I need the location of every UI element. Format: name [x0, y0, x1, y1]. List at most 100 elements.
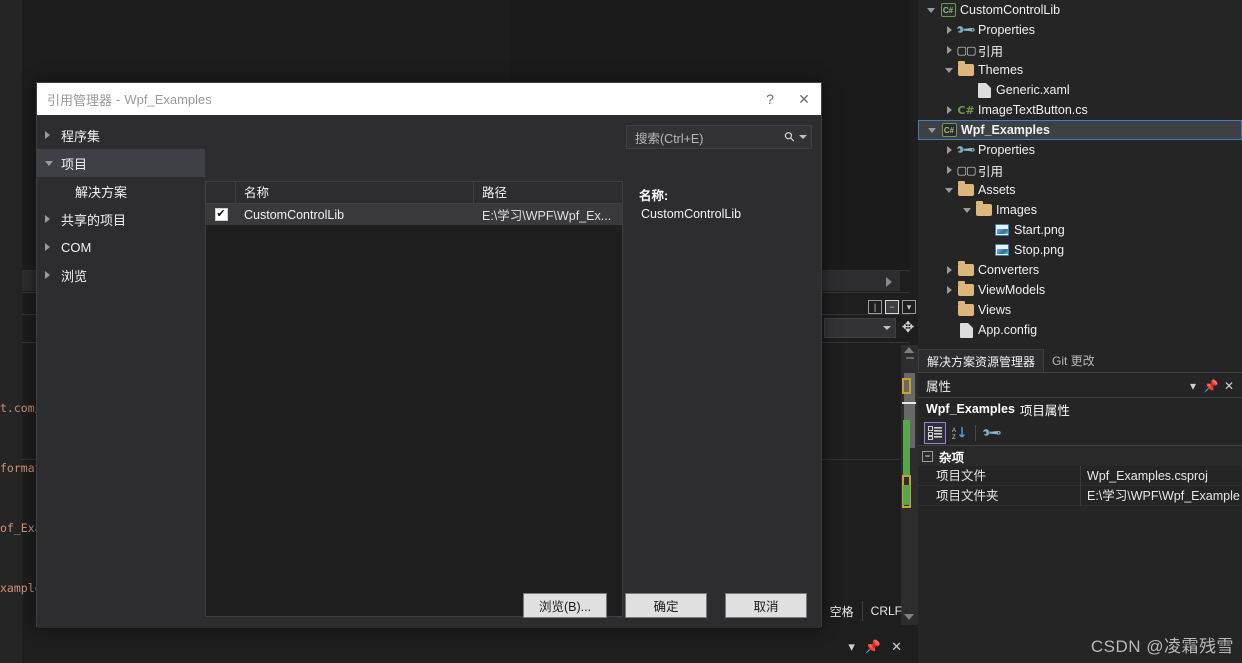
chevron-down-icon[interactable] [45, 160, 61, 166]
property-value[interactable]: Wpf_Examples.csproj [1081, 466, 1242, 486]
editor-vertical-scrollbar[interactable] [901, 345, 931, 625]
chevron-down-icon[interactable] [942, 67, 956, 73]
chevron-down-icon[interactable] [925, 127, 939, 133]
property-row[interactable]: 项目文件 Wpf_Examples.csproj [918, 465, 1242, 486]
status-spaces[interactable]: 空格 [820, 601, 862, 621]
dialog-category-4[interactable]: 共享的项目 [37, 205, 205, 233]
search-box[interactable]: 搜索(Ctrl+E) ⚲ [626, 125, 812, 149]
dialog-title-bar[interactable]: 引用管理器 - Wpf_Examples ? ✕ [37, 83, 821, 115]
reference-list[interactable]: 名称 路径 ✔ CustomControlLib E:\学习\WPF\Wpf_E… [205, 181, 623, 617]
tree-item-images[interactable]: Images [918, 200, 1242, 220]
chevron-down-icon[interactable] [942, 187, 956, 193]
tree-item-[interactable]: ▢▢ 引用 [918, 160, 1242, 180]
chevron-down-icon[interactable]: ▾ [1184, 379, 1202, 393]
property-value[interactable]: E:\学习\WPF\Wpf_Example [1081, 486, 1242, 506]
tree-item-views[interactable]: Views [918, 300, 1242, 320]
chevron-right-icon[interactable] [942, 106, 956, 114]
tree-item-assets[interactable]: Assets [918, 180, 1242, 200]
column-header-name[interactable]: 名称 [236, 181, 474, 204]
image-file-icon [992, 224, 1012, 236]
tree-item-app-config[interactable]: App.config [918, 320, 1242, 340]
search-input[interactable]: 搜索(Ctrl+E) [635, 128, 785, 147]
tree-item-properties[interactable]: 🔧 Properties [918, 139, 1242, 161]
dock-tab-strip: 解决方案资源管理器 Git 更改 [918, 349, 1242, 373]
help-button[interactable]: ? [753, 83, 787, 115]
properties-grid[interactable]: 项目文件 Wpf_Examples.csproj 项目文件夹 E:\学习\WPF\Wp… [918, 465, 1242, 506]
references-icon: ▢▢ [956, 164, 977, 177]
chevron-down-icon[interactable] [960, 207, 974, 213]
right-dock: C# CustomControlLib 🔧 Properties ▢▢ 引用 Themes G… [918, 0, 1242, 663]
dialog-category-2[interactable]: 项目 [37, 149, 205, 177]
code-line: t.com/ [0, 401, 40, 415]
pin-icon[interactable]: 📌 [865, 639, 881, 655]
split-vertical-icon[interactable]: | [868, 300, 882, 314]
close-icon[interactable]: ✕ [891, 639, 902, 655]
scroll-up-icon[interactable] [904, 347, 915, 356]
row-name: CustomControlLib [244, 207, 345, 222]
tree-item-[interactable]: ▢▢ 引用 [918, 40, 1242, 60]
chevron-right-icon[interactable] [942, 266, 956, 274]
tree-item-label: Converters [978, 263, 1040, 277]
tree-item-label: Properties [978, 23, 1035, 37]
tree-item-generic-xaml[interactable]: Generic.xaml [918, 80, 1242, 100]
property-pages-icon[interactable]: 🔧 [981, 421, 1003, 444]
folder-icon [956, 61, 976, 76]
tree-item-imagetextbutton-cs[interactable]: C# ImageTextButton.cs [918, 100, 1242, 120]
browse-button[interactable]: 浏览(B)... [523, 592, 607, 618]
collapse-icon[interactable]: − [922, 450, 933, 462]
chevron-right-icon[interactable] [942, 286, 956, 294]
tab-solution-explorer[interactable]: 解决方案资源管理器 [918, 349, 1045, 372]
pin-icon[interactable]: 📌 [1202, 379, 1220, 393]
reference-checkbox[interactable]: ✔ [214, 208, 228, 221]
property-row[interactable]: 项目文件夹 E:\学习\WPF\Wpf_Example [918, 485, 1242, 506]
dialog-category-5[interactable]: COM [37, 233, 205, 261]
split-expand-icon[interactable]: ▾ [902, 300, 916, 314]
move-splitter-icon[interactable]: ✥ [899, 318, 917, 338]
tree-item-themes[interactable]: Themes [918, 60, 1242, 80]
chevron-down-icon[interactable]: ▾ [848, 639, 855, 655]
close-icon[interactable]: ✕ [1220, 379, 1238, 393]
chevron-down-icon[interactable] [799, 135, 807, 139]
chevron-right-icon[interactable] [45, 215, 61, 223]
status-line-ending[interactable]: CRLF [861, 601, 910, 621]
chevron-right-icon[interactable] [942, 46, 956, 54]
categorized-icon[interactable] [924, 421, 946, 444]
cancel-button[interactable]: 取消 [725, 592, 807, 618]
dialog-category-1[interactable]: 程序集 [37, 121, 205, 149]
properties-title: 属性 [926, 380, 952, 394]
row-checkbox-cell[interactable]: ✔ [206, 208, 236, 221]
editor-member-combo[interactable] [824, 318, 896, 338]
tree-item-stop-png[interactable]: Stop.png [918, 240, 1242, 260]
svg-text:Z: Z [952, 435, 956, 440]
ok-button[interactable]: 确定 [625, 592, 707, 618]
chevron-right-icon[interactable] [45, 131, 61, 139]
tree-item-converters[interactable]: Converters [918, 260, 1242, 280]
cs-file-icon: C# [957, 103, 975, 117]
tree-item-properties[interactable]: 🔧 Properties [918, 19, 1242, 41]
references-icon: ▢▢ [956, 44, 977, 57]
editor-split-buttons[interactable]: | − ▾ [868, 300, 916, 314]
tree-item-label: Generic.xaml [996, 83, 1070, 97]
tree-item-start-png[interactable]: Start.png [918, 220, 1242, 240]
screen-root: | − ▾ ✥ t.com/ format of_Exa xample atic… [0, 0, 1242, 663]
chevron-right-icon[interactable] [942, 166, 956, 174]
dialog-category-list[interactable]: 程序集 项目 解决方案 共享的项目 COM 浏览 [37, 115, 205, 582]
table-row[interactable]: ✔ CustomControlLib E:\学习\WPF\Wpf_Ex... [206, 204, 622, 225]
alphabetical-icon[interactable]: A Z [948, 422, 970, 444]
dialog-category-3[interactable]: 解决方案 [37, 177, 205, 205]
property-name: 项目文件夹 [918, 485, 1081, 506]
dialog-category-6[interactable]: 浏览 [37, 261, 205, 289]
close-button[interactable]: ✕ [787, 83, 821, 115]
tab-git-changes[interactable]: Git 更改 [1044, 349, 1103, 372]
tree-item-wpf-examples[interactable]: C# Wpf_Examples [918, 120, 1242, 140]
chevron-right-icon[interactable] [45, 243, 61, 251]
tree-item-viewmodels[interactable]: ViewModels [918, 280, 1242, 300]
split-horizontal-icon[interactable]: − [885, 300, 899, 314]
dialog-footer: 浏览(B)... 确定 取消 [37, 582, 823, 628]
column-header-path[interactable]: 路径 [474, 182, 622, 204]
properties-category-row[interactable]: − 杂项 [918, 446, 1242, 466]
chevron-right-icon[interactable] [45, 271, 61, 279]
chevron-down-icon[interactable] [924, 7, 938, 13]
solution-explorer-tree[interactable]: C# CustomControlLib 🔧 Properties ▢▢ 引用 Themes G… [918, 0, 1242, 348]
tree-item-customcontrollib[interactable]: C# CustomControlLib [918, 0, 1242, 20]
